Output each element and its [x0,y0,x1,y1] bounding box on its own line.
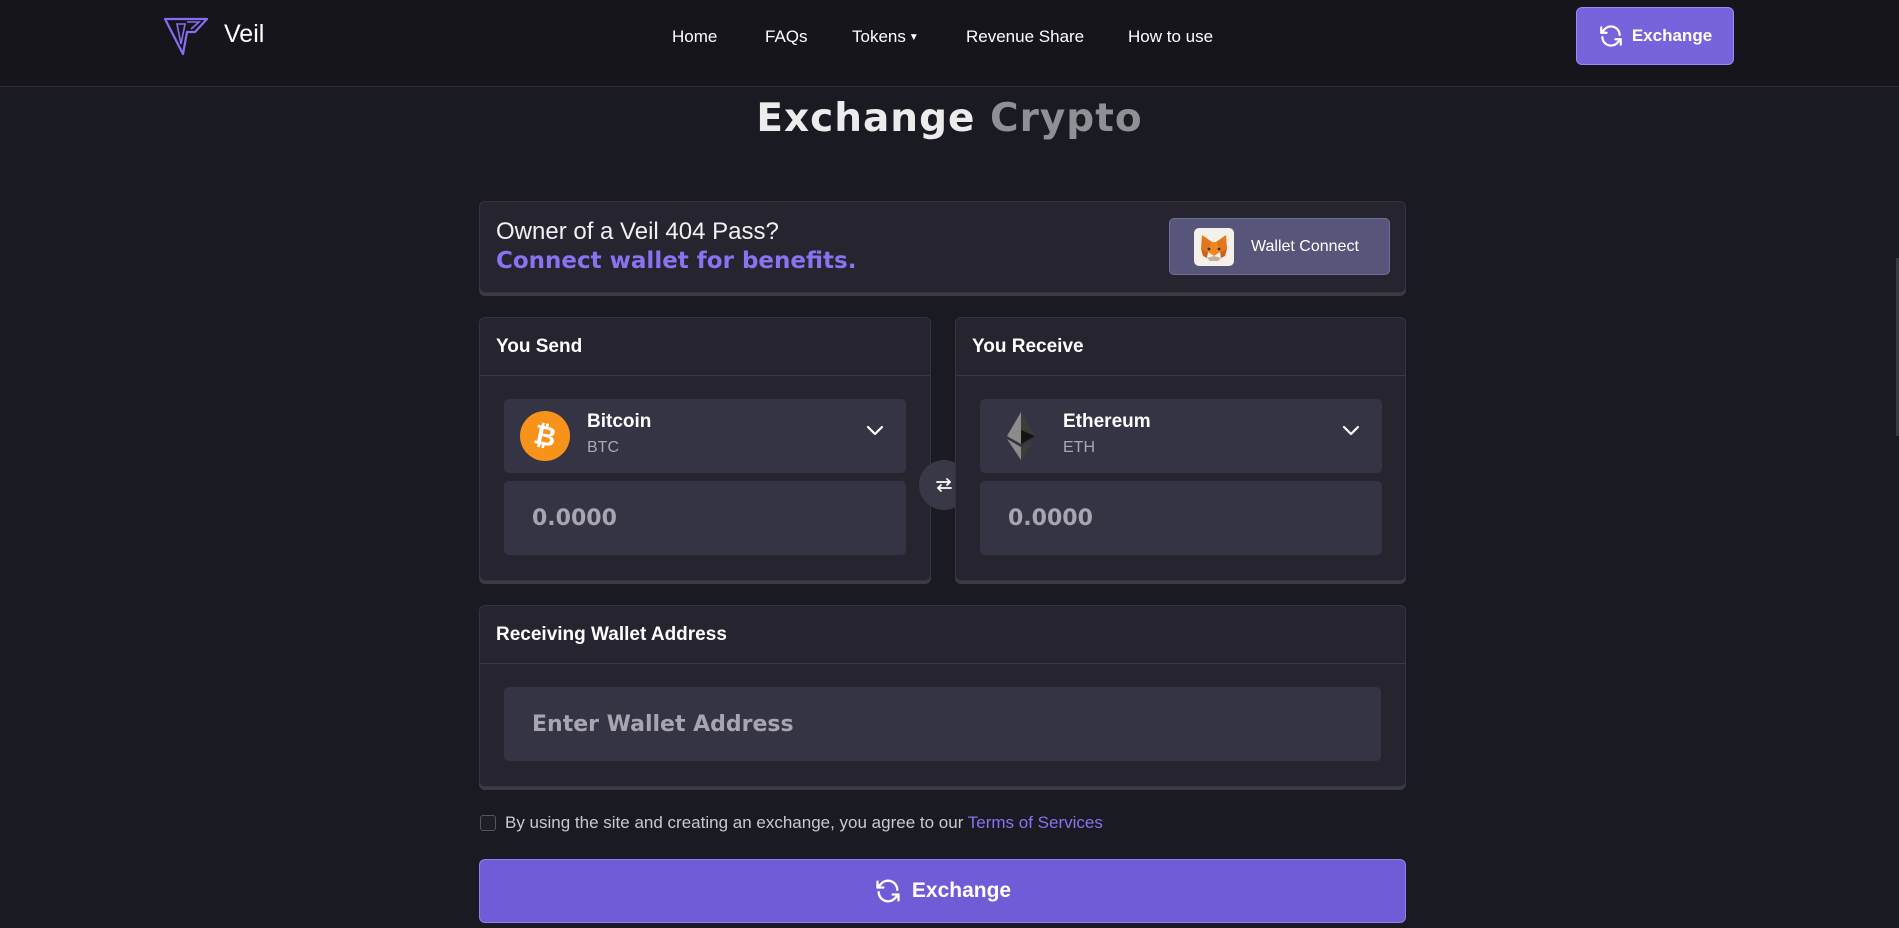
receive-heading: You Receive [956,318,1405,376]
top-navbar: Veil Home FAQs Tokens ▼ Revenue Share How… [0,0,1899,87]
send-heading: You Send [480,318,930,376]
chevron-down-icon [866,425,884,436]
receive-coin-select[interactable]: Ethereum ETH [980,399,1382,473]
page-title-word-1: Exchange [756,96,976,141]
nav-tokens[interactable]: Tokens ▼ [852,27,919,47]
send-card: You Send ₿ Bitcoin BTC [479,317,931,581]
bitcoin-icon: ₿ [520,411,570,461]
terms-checkbox[interactable] [480,815,496,831]
wallet-connect-label: Wallet Connect [1251,238,1359,255]
caret-down-icon: ▼ [908,32,919,43]
terms-statement: By using the site and creating an exchan… [505,813,968,832]
nav-how-to-use[interactable]: How to use [1128,27,1213,47]
receive-coin-symbol: ETH [1063,439,1095,456]
veil-logo-icon[interactable] [163,16,209,56]
swap-arrows-icon [936,478,952,492]
chevron-down-icon [1342,425,1360,436]
nav-home[interactable]: Home [672,27,717,47]
wallet-connect-button[interactable]: Wallet Connect [1169,218,1390,275]
wallet-address-input[interactable] [504,687,1381,761]
wallet-address-heading: Receiving Wallet Address [480,606,1405,664]
nav-tokens-label: Tokens [852,27,906,46]
exchange-button[interactable]: Exchange [479,859,1406,923]
receive-coin-name: Ethereum [1063,411,1151,432]
terms-of-service-link[interactable]: Terms of Services [968,813,1103,832]
page-title: Exchange Crypto [0,96,1899,141]
page-title-word-2: Crypto [990,96,1143,141]
receive-amount-input[interactable] [980,481,1382,555]
terms-text: By using the site and creating an exchan… [505,813,1103,833]
send-amount-input[interactable] [504,481,906,555]
exchange-button-label: Exchange [911,879,1012,902]
header-exchange-label: Exchange [1631,26,1713,45]
ethereum-icon [1007,412,1035,460]
receive-card: You Receive Ethereum ETH [955,317,1406,581]
nav-revenue-share[interactable]: Revenue Share [966,27,1084,47]
refresh-icon [876,879,900,903]
send-coin-select[interactable]: ₿ Bitcoin BTC [504,399,906,473]
brand-name[interactable]: Veil [224,20,264,49]
pass-benefits-card: Owner of a Veil 404 Pass? Connect wallet… [479,201,1406,293]
send-coin-name: Bitcoin [587,411,652,432]
refresh-icon [1600,25,1622,47]
pass-owner-question: Owner of a Veil 404 Pass? [496,218,779,245]
header-exchange-button[interactable]: Exchange [1576,7,1734,65]
connect-wallet-benefits-text: Connect wallet for benefits. [496,248,857,274]
send-coin-symbol: BTC [587,439,619,456]
metamask-fox-icon [1194,228,1234,266]
nav-faqs[interactable]: FAQs [765,27,808,47]
wallet-address-card: Receiving Wallet Address [479,605,1406,787]
